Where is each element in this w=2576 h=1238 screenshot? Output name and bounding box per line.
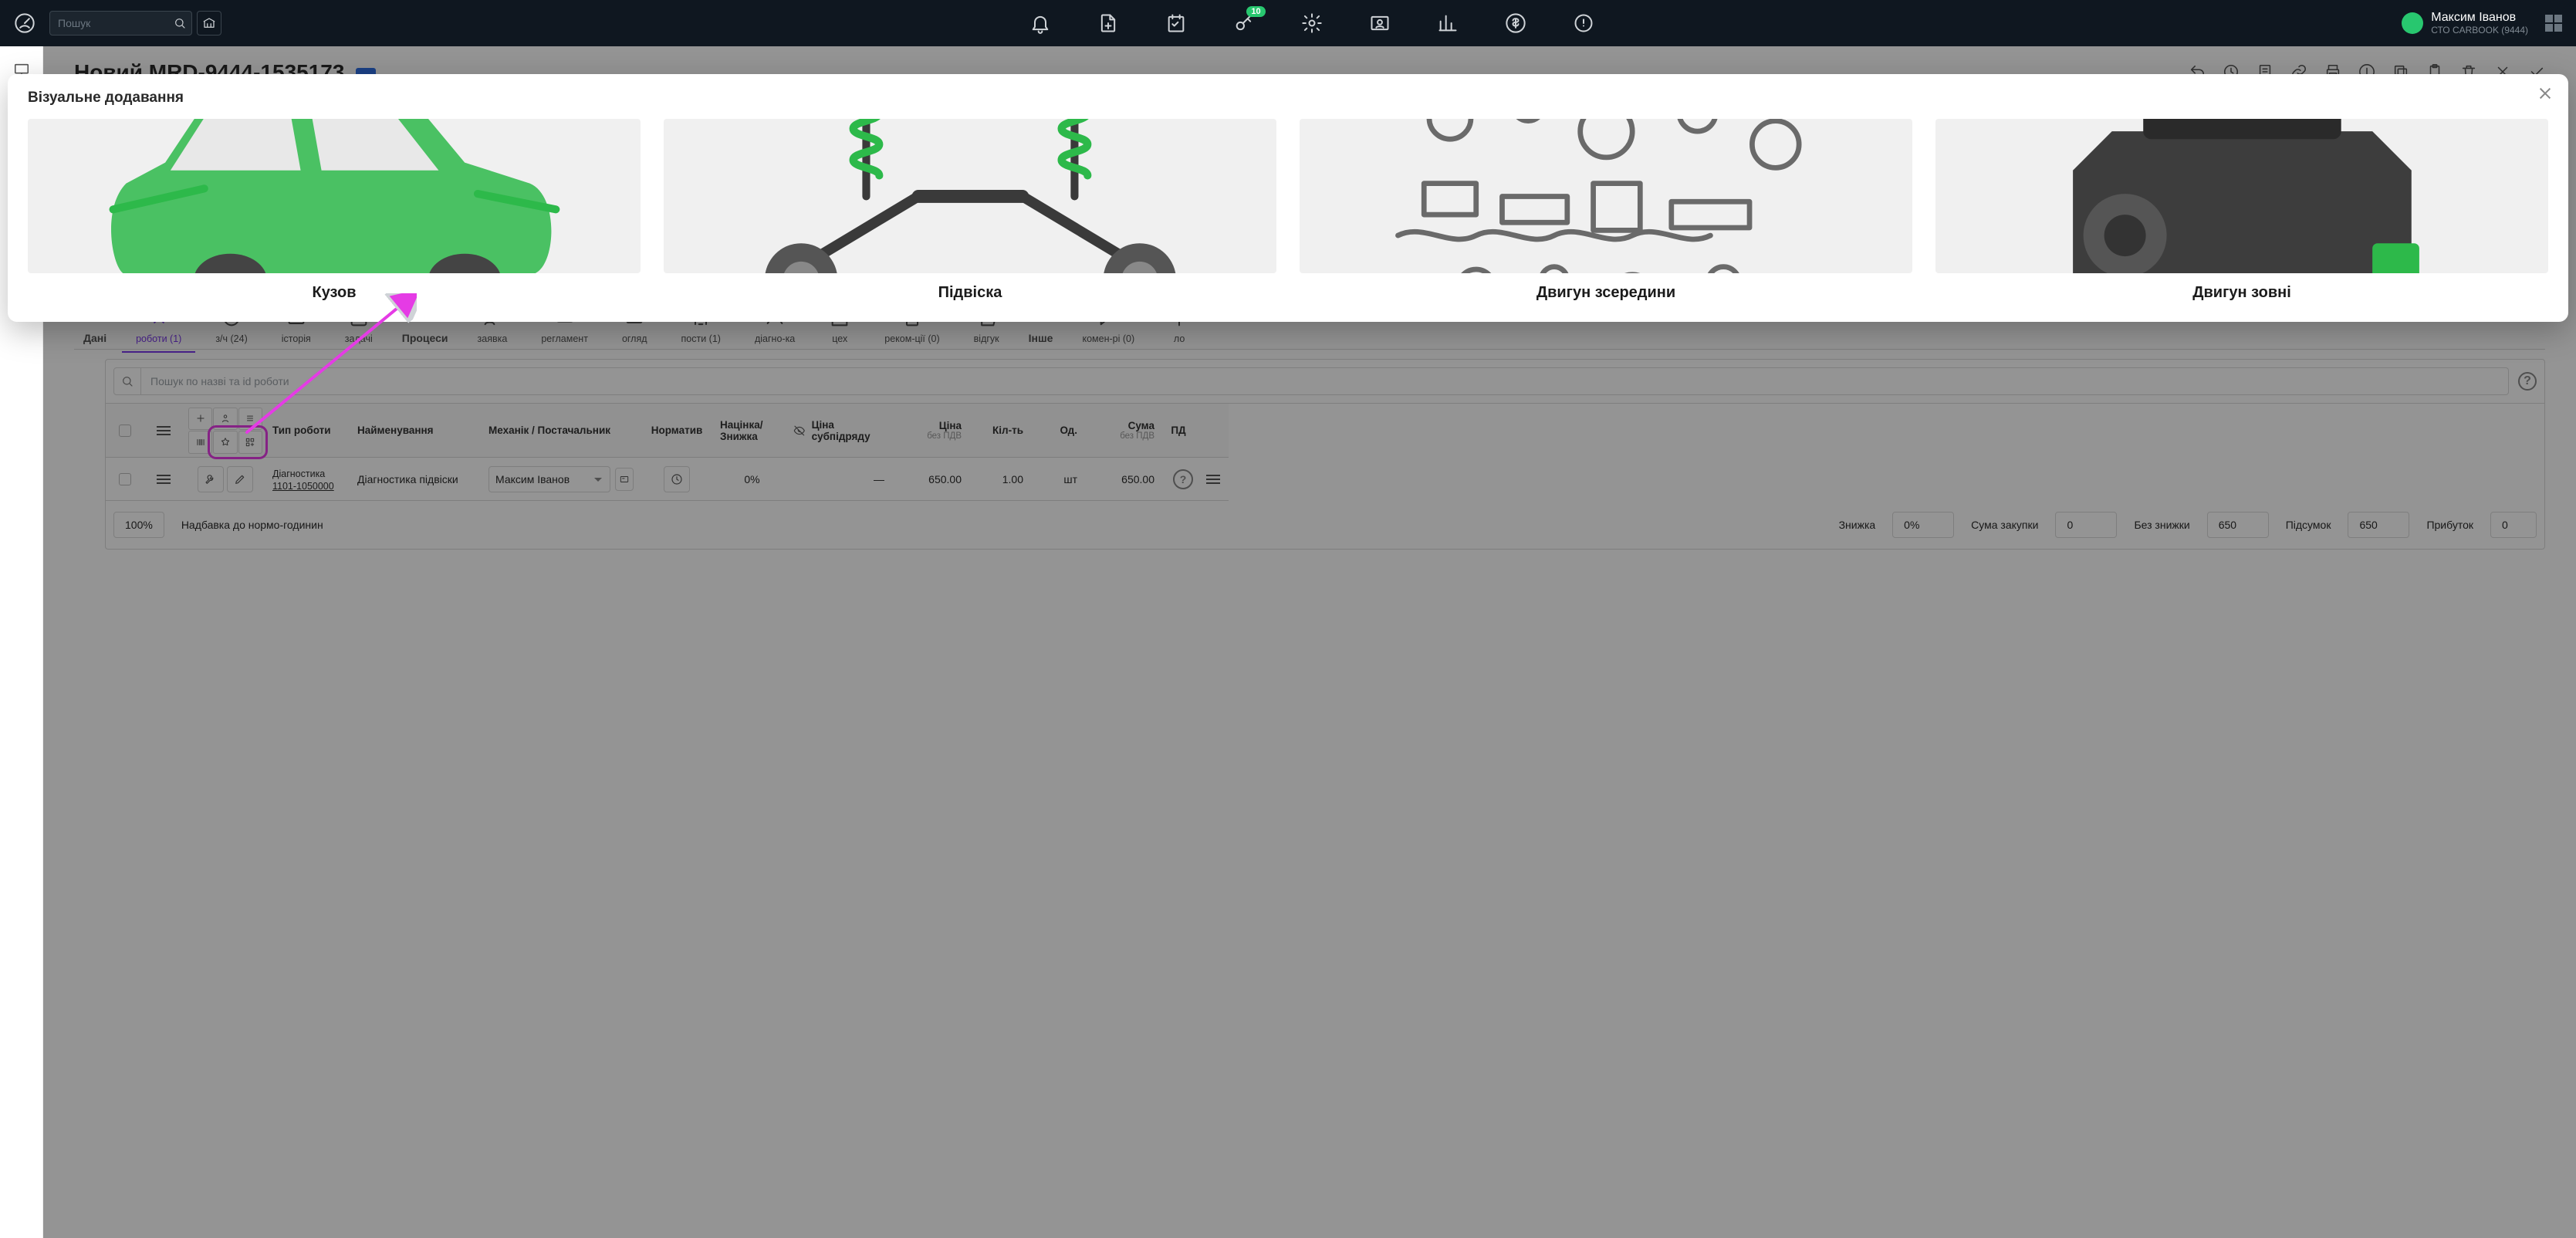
new-doc-button[interactable] xyxy=(1097,12,1119,34)
money-button[interactable] xyxy=(1505,12,1526,34)
close-button[interactable] xyxy=(2536,85,2554,103)
checklist-icon xyxy=(1165,12,1187,34)
suspension-icon xyxy=(710,119,1231,273)
dollar-circle-icon xyxy=(1505,12,1526,34)
avatar xyxy=(2402,12,2423,34)
key-badge: 10 xyxy=(1246,6,1265,17)
category-label: Двигун зовні xyxy=(2192,284,2291,302)
category-label: Підвіска xyxy=(938,284,1002,302)
modal-categories: Кузов Підвіска xyxy=(28,119,2548,302)
notifications-button[interactable] xyxy=(1029,12,1051,34)
user-name: Максим Іванов xyxy=(2431,10,2528,25)
top-icons: 10 xyxy=(221,12,2402,34)
global-search xyxy=(49,11,192,36)
search-icon xyxy=(174,17,186,29)
contact-button[interactable] xyxy=(1369,12,1391,34)
file-plus-icon xyxy=(1097,12,1119,34)
engine-parts-icon xyxy=(1346,119,1867,273)
category-engine-outside[interactable]: Двигун зовні xyxy=(1935,119,2548,302)
category-engine-inside[interactable]: Двигун зсередини xyxy=(1300,119,1912,302)
alert-clock-button[interactable] xyxy=(1573,12,1594,34)
bell-icon xyxy=(1029,12,1051,34)
clock-alert-icon xyxy=(1573,12,1594,34)
bar-chart-icon xyxy=(1437,12,1459,34)
apps-grid-button[interactable] xyxy=(2545,15,2562,32)
settings-button[interactable] xyxy=(1301,12,1323,34)
company-name: СТО CARBOOK (9444) xyxy=(2431,25,2528,36)
category-suspension[interactable]: Підвіска xyxy=(664,119,1276,302)
gear-icon xyxy=(1301,12,1323,34)
bank-button[interactable] xyxy=(197,11,221,36)
category-body[interactable]: Кузов xyxy=(28,119,641,302)
checklist-button[interactable] xyxy=(1165,12,1187,34)
category-label: Кузов xyxy=(312,284,356,302)
key-button[interactable]: 10 xyxy=(1233,12,1255,34)
car-body-icon xyxy=(74,119,595,273)
topbar: 10 Максим Іванов СТО CARBOOK (9444) xyxy=(0,0,2576,46)
stats-button[interactable] xyxy=(1437,12,1459,34)
engine-block-icon xyxy=(1982,119,2503,273)
logo-speedometer-icon xyxy=(14,12,35,34)
global-search-input[interactable] xyxy=(49,11,192,36)
category-label: Двигун зсередини xyxy=(1536,284,1675,302)
user-area[interactable]: Максим Іванов СТО CARBOOK (9444) xyxy=(2402,10,2562,36)
visual-add-modal: Візуальне додавання Кузов xyxy=(8,74,2568,322)
contact-card-icon xyxy=(1369,12,1391,34)
modal-title: Візуальне додавання xyxy=(28,90,2548,107)
bank-icon xyxy=(202,16,216,30)
